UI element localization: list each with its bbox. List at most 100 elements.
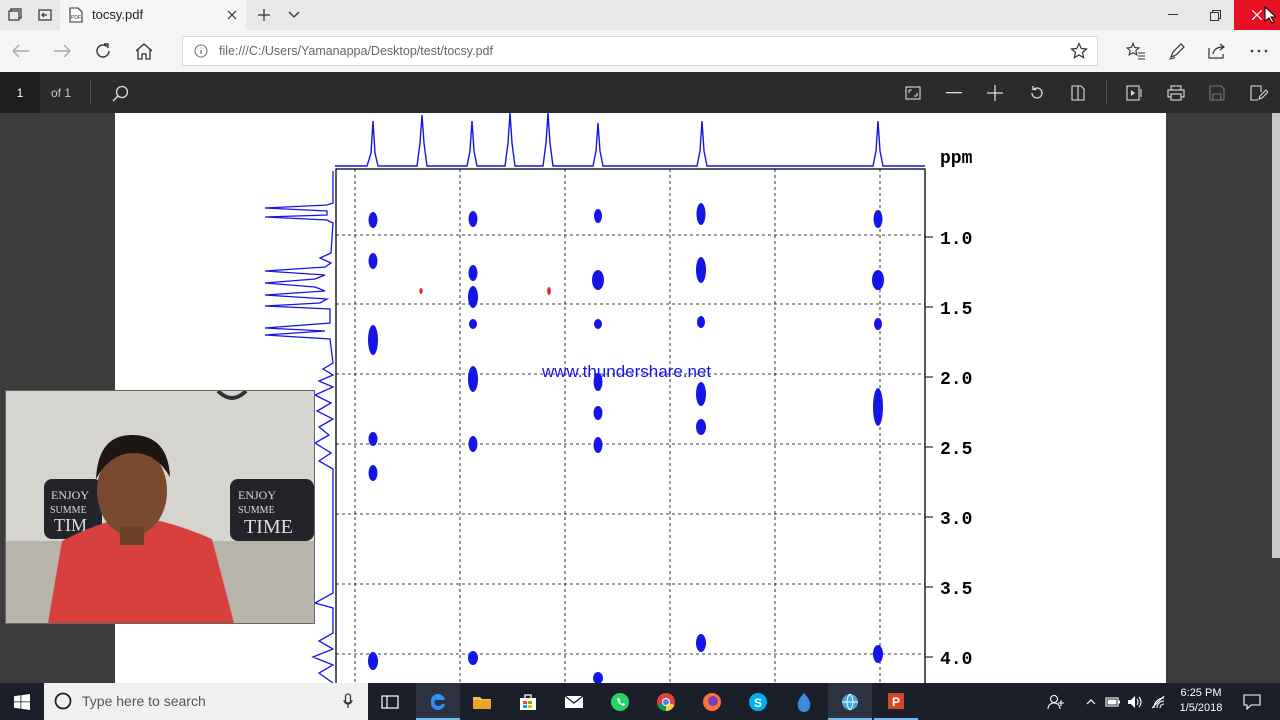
- top-projection-trace: [335, 113, 925, 167]
- firefox-icon[interactable]: [690, 683, 734, 720]
- cross-peak: [593, 437, 603, 453]
- more-options-icon[interactable]: [1246, 38, 1272, 64]
- watermark-text: www.thundershare.net: [541, 362, 711, 381]
- file-explorer-icon[interactable]: [460, 683, 504, 720]
- toolbar-divider: [90, 80, 91, 104]
- tab-title: tocsy.pdf: [92, 7, 144, 22]
- add-notes-icon[interactable]: [1246, 80, 1272, 106]
- svg-text:SUMME: SUMME: [238, 505, 275, 516]
- cross-peak: [696, 419, 706, 435]
- axis-label-ppm: ppm: [940, 149, 973, 169]
- search-icon[interactable]: [107, 80, 133, 106]
- fit-page-icon[interactable]: [900, 80, 926, 106]
- taskbar-search-box[interactable]: Type here to search: [44, 683, 368, 720]
- skype-icon[interactable]: S: [736, 683, 780, 720]
- negative-peak: [547, 287, 551, 295]
- cross-peak: [468, 286, 478, 308]
- cross-peak: [696, 257, 706, 283]
- cross-peak: [468, 265, 478, 281]
- tick-label-1-5: 1.5: [940, 300, 972, 320]
- tick-label-3-0: 3.0: [940, 510, 972, 530]
- cross-peak: [468, 436, 478, 452]
- refresh-icon[interactable]: [90, 38, 116, 64]
- pdf-file-icon: PDF: [68, 7, 84, 23]
- wifi-icon[interactable]: [1146, 683, 1170, 720]
- favorite-star-icon[interactable]: [1069, 41, 1089, 61]
- chevron-up-icon[interactable]: [1080, 683, 1102, 720]
- globe-app-icon[interactable]: [828, 683, 872, 720]
- webcam-overlay: ENJOY SUMME TIM ENJOY SUMME TIME: [5, 390, 315, 624]
- tab-tocsy-pdf[interactable]: PDF tocsy.pdf: [60, 0, 246, 30]
- favorites-icon[interactable]: [1123, 38, 1149, 64]
- new-tab-icon[interactable]: [254, 5, 274, 25]
- address-bar[interactable]: file:///C:/Users/Yamanappa/Desktop/test/…: [182, 36, 1098, 66]
- edge-browser-icon[interactable]: [416, 683, 460, 720]
- pdf-toolbar: 1 of 1: [0, 72, 1280, 113]
- cross-peak: [696, 382, 706, 406]
- restore-icon[interactable]: [1192, 0, 1238, 30]
- volume-icon[interactable]: [1124, 683, 1146, 720]
- people-icon[interactable]: [1036, 683, 1076, 720]
- vertical-scrollbar[interactable]: [1272, 113, 1280, 558]
- close-tab-icon[interactable]: [224, 7, 240, 23]
- whatsapp-icon[interactable]: [598, 683, 642, 720]
- cross-peak: [874, 318, 882, 330]
- home-icon[interactable]: [131, 38, 157, 64]
- minimize-icon[interactable]: [1150, 0, 1196, 30]
- navigation-bar: file:///C:/Users/Yamanappa/Desktop/test/…: [0, 30, 1280, 72]
- mail-icon[interactable]: [552, 683, 596, 720]
- info-icon[interactable]: [193, 43, 209, 59]
- tick-label-2-0: 2.0: [940, 370, 972, 390]
- system-clock[interactable]: 6:25 PM 1/5/2018: [1172, 686, 1230, 716]
- web-note-pen-icon[interactable]: [1164, 38, 1190, 64]
- read-aloud-icon[interactable]: [1122, 80, 1148, 106]
- cross-peak: [468, 211, 478, 227]
- chrome-icon[interactable]: [644, 683, 688, 720]
- tab-list-icon[interactable]: [0, 0, 30, 30]
- page-number-input[interactable]: 1: [0, 72, 40, 113]
- cross-peak: [594, 209, 602, 223]
- negative-peak: [419, 288, 423, 294]
- clock-time: 6:25 PM: [1180, 687, 1222, 699]
- cross-peak: [697, 316, 705, 328]
- action-center-icon[interactable]: [1232, 683, 1272, 720]
- forward-arrow-icon[interactable]: [49, 38, 75, 64]
- save-icon[interactable]: [1204, 80, 1230, 106]
- svg-text:ENJOY: ENJOY: [238, 488, 276, 502]
- share-icon[interactable]: [1204, 38, 1230, 64]
- back-arrow-icon[interactable]: [8, 38, 34, 64]
- tick-label-2-5: 2.5: [940, 440, 972, 460]
- app-drop-icon[interactable]: [782, 683, 826, 720]
- title-bar: PDF tocsy.pdf: [0, 0, 1280, 30]
- battery-icon[interactable]: [1102, 683, 1124, 720]
- set-aside-tabs-icon[interactable]: [30, 0, 60, 30]
- cross-peak: [873, 210, 883, 228]
- print-icon[interactable]: [1163, 80, 1189, 106]
- cross-peak: [468, 366, 478, 392]
- grid-lines: [336, 169, 925, 683]
- cross-peak: [368, 325, 378, 355]
- page-layout-icon[interactable]: [1065, 80, 1091, 106]
- windows-taskbar: Type here to search S P 6:25 PM 1/5/2018: [0, 683, 1280, 720]
- powerpoint-icon[interactable]: P: [874, 683, 918, 720]
- zoom-out-icon[interactable]: [941, 80, 967, 106]
- store-icon[interactable]: [506, 683, 550, 720]
- cortana-circle-icon: [54, 692, 72, 710]
- url-text: file:///C:/Users/Yamanappa/Desktop/test/…: [219, 44, 493, 58]
- search-placeholder: Type here to search: [82, 693, 206, 709]
- microphone-icon[interactable]: [340, 692, 356, 710]
- zoom-in-icon[interactable]: [982, 80, 1008, 106]
- page-count: of 1: [51, 86, 72, 100]
- tick-label-4-0: 4.0: [940, 650, 972, 670]
- rotate-icon[interactable]: [1024, 80, 1050, 106]
- plot-frame: [335, 168, 926, 683]
- cross-peak: [696, 634, 706, 652]
- chevron-down-icon[interactable]: [284, 5, 304, 25]
- windows-start-icon[interactable]: [0, 683, 44, 720]
- negative-peaks: [419, 287, 551, 295]
- task-view-icon[interactable]: [368, 683, 412, 720]
- cross-peak: [469, 319, 477, 329]
- cross-peak: [593, 672, 603, 683]
- cross-peak: [368, 465, 378, 481]
- cross-peaks: [368, 203, 884, 683]
